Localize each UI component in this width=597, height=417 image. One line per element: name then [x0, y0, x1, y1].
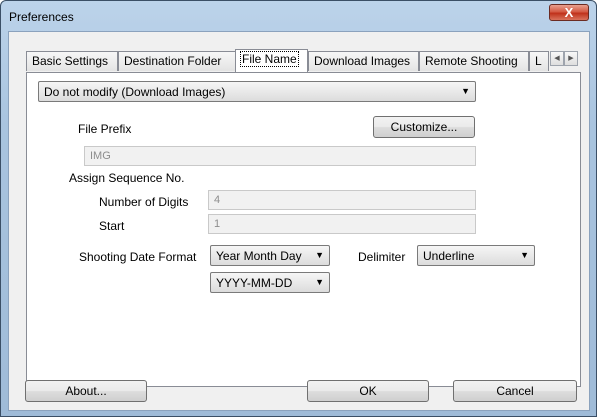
window-frame: Preferences X Basic Settings Destination…	[0, 0, 597, 417]
customize-button[interactable]: Customize...	[373, 116, 475, 138]
cancel-button[interactable]: Cancel	[453, 380, 577, 402]
shooting-date-format-label: Shooting Date Format	[79, 250, 197, 264]
tab-label: Destination Folder	[124, 54, 222, 68]
about-button[interactable]: About...	[25, 380, 147, 402]
date-format-select[interactable]: Year Month Day ▼	[210, 245, 330, 266]
date-pattern-select[interactable]: YYYY-MM-DD ▼	[210, 272, 330, 293]
rename-mode-select[interactable]: Do not modify (Download Images) ▼	[38, 81, 476, 102]
tab-basic-settings[interactable]: Basic Settings	[26, 51, 118, 71]
tab-strip: Basic Settings Destination Folder File N…	[26, 49, 581, 72]
start-label: Start	[99, 219, 125, 233]
chevron-right-icon: ▶	[568, 55, 574, 62]
tab-truncated[interactable]: L	[529, 51, 549, 71]
delimiter-value: Underline	[423, 249, 475, 263]
title-bar[interactable]: Preferences X	[1, 1, 596, 31]
window-title: Preferences	[9, 10, 74, 24]
chevron-down-icon: ▼	[315, 250, 324, 260]
tab-label: Basic Settings	[32, 54, 109, 68]
number-of-digits-label: Number of Digits	[99, 195, 189, 209]
chevron-down-icon: ▼	[520, 250, 529, 260]
tab-label: Remote Shooting	[425, 54, 518, 68]
tab-file-name[interactable]: File Name	[235, 49, 308, 72]
file-prefix-field[interactable]: IMG	[84, 146, 476, 166]
ok-button[interactable]: OK	[307, 380, 429, 402]
date-format-value: Year Month Day	[216, 249, 302, 263]
chevron-down-icon: ▼	[315, 277, 324, 287]
rename-mode-value: Do not modify (Download Images)	[44, 85, 226, 99]
tab-label: Download Images	[314, 54, 411, 68]
start-number-field[interactable]: 1	[208, 214, 476, 234]
tab-label: File Name	[240, 51, 299, 67]
tab-download-images[interactable]: Download Images	[308, 51, 419, 71]
assign-sequence-label: Assign Sequence No.	[69, 171, 185, 185]
tab-label: L	[535, 54, 542, 68]
tab-scroll-right-button[interactable]: ▶	[564, 51, 578, 66]
file-prefix-label: File Prefix	[78, 122, 132, 136]
dialog-client-area: Basic Settings Destination Folder File N…	[8, 31, 590, 411]
close-button[interactable]: X	[549, 4, 589, 21]
tab-destination-folder[interactable]: Destination Folder	[118, 51, 237, 71]
delimiter-label: Delimiter	[358, 250, 406, 264]
chevron-down-icon: ▼	[461, 86, 470, 96]
tab-remote-shooting[interactable]: Remote Shooting	[419, 51, 529, 71]
delimiter-select[interactable]: Underline ▼	[417, 245, 535, 266]
close-icon: X	[564, 5, 574, 20]
chevron-left-icon: ◀	[554, 55, 560, 62]
number-of-digits-field[interactable]: 4	[208, 190, 476, 210]
tab-scroll-left-button[interactable]: ◀	[550, 51, 564, 66]
date-pattern-value: YYYY-MM-DD	[216, 276, 293, 290]
file-name-panel: Do not modify (Download Images) ▼ File P…	[26, 72, 581, 387]
